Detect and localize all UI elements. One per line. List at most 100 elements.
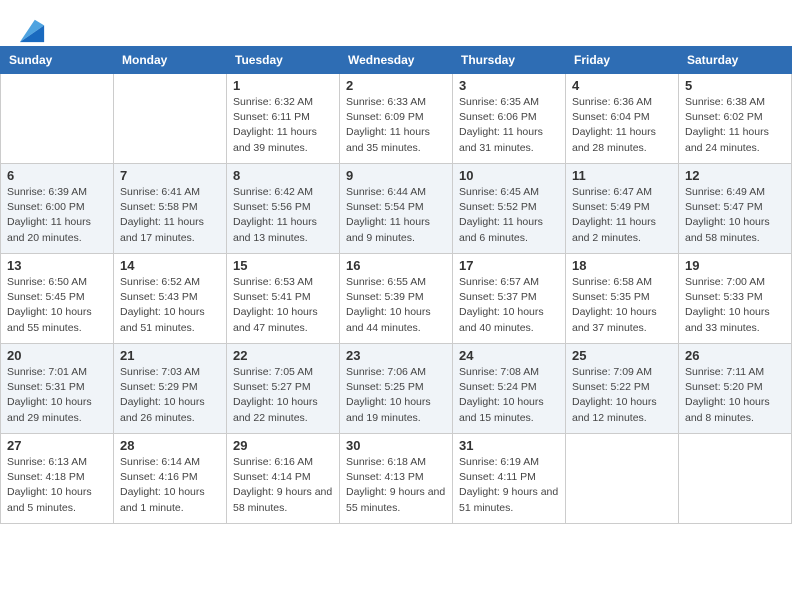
calendar-cell: 31 Sunrise: 6:19 AM Sunset: 4:11 PM Dayli… — [453, 434, 566, 524]
day-number: 27 — [7, 438, 107, 453]
day-info: Sunrise: 6:16 AM Sunset: 4:14 PM Dayligh… — [233, 455, 333, 516]
logo-icon — [18, 16, 46, 44]
calendar-header-thursday: Thursday — [453, 47, 566, 74]
day-info: Sunrise: 6:32 AM Sunset: 6:11 PM Dayligh… — [233, 95, 333, 156]
calendar-header-tuesday: Tuesday — [227, 47, 340, 74]
calendar-header-wednesday: Wednesday — [340, 47, 453, 74]
day-number: 10 — [459, 168, 559, 183]
calendar-cell: 9 Sunrise: 6:44 AM Sunset: 5:54 PM Daylig… — [340, 164, 453, 254]
day-number: 28 — [120, 438, 220, 453]
day-number: 21 — [120, 348, 220, 363]
calendar-cell: 28Sunrise: 6:14 AM Sunset: 4:16 PM Dayli… — [114, 434, 227, 524]
day-info: Sunrise: 6:36 AM Sunset: 6:04 PM Dayligh… — [572, 95, 672, 156]
day-number: 6 — [7, 168, 107, 183]
day-info: Sunrise: 7:01 AM Sunset: 5:31 PM Dayligh… — [7, 365, 107, 426]
calendar-header-sunday: Sunday — [1, 47, 114, 74]
day-number: 5 — [685, 78, 785, 93]
calendar-cell: 20 Sunrise: 7:01 AM Sunset: 5:31 PM Dayli… — [1, 344, 114, 434]
calendar-cell: 1 Sunrise: 6:32 AM Sunset: 6:11 PM Daylig… — [227, 74, 340, 164]
header — [0, 0, 792, 46]
day-number: 11 — [572, 168, 672, 183]
day-info: Sunrise: 7:03 AM Sunset: 5:29 PM Dayligh… — [120, 365, 220, 426]
day-info: Sunrise: 6:19 AM Sunset: 4:11 PM Dayligh… — [459, 455, 559, 516]
calendar-header-monday: Monday — [114, 47, 227, 74]
day-number: 18 — [572, 258, 672, 273]
calendar-cell: 16 Sunrise: 6:55 AM Sunset: 5:39 PM Dayli… — [340, 254, 453, 344]
logo — [16, 16, 46, 38]
day-number: 26 — [685, 348, 785, 363]
day-number: 4 — [572, 78, 672, 93]
calendar-cell: 13Sunrise: 6:50 AM Sunset: 5:45 PM Dayli… — [1, 254, 114, 344]
calendar-header-saturday: Saturday — [679, 47, 792, 74]
day-info: Sunrise: 6:44 AM Sunset: 5:54 PM Dayligh… — [346, 185, 446, 246]
calendar-cell: 19 Sunrise: 7:00 AM Sunset: 5:33 PM Dayli… — [679, 254, 792, 344]
day-number: 20 — [7, 348, 107, 363]
calendar-cell: 7Sunrise: 6:41 AM Sunset: 5:58 PM Daylig… — [114, 164, 227, 254]
calendar-cell: 4 Sunrise: 6:36 AM Sunset: 6:04 PM Daylig… — [566, 74, 679, 164]
calendar-cell: 24 Sunrise: 7:08 AM Sunset: 5:24 PM Dayli… — [453, 344, 566, 434]
day-number: 23 — [346, 348, 446, 363]
day-info: Sunrise: 7:11 AM Sunset: 5:20 PM Dayligh… — [685, 365, 785, 426]
day-info: Sunrise: 6:13 AM Sunset: 4:18 PM Dayligh… — [7, 455, 107, 516]
day-info: Sunrise: 6:38 AM Sunset: 6:02 PM Dayligh… — [685, 95, 785, 156]
day-number: 3 — [459, 78, 559, 93]
calendar-cell: 25Sunrise: 7:09 AM Sunset: 5:22 PM Dayli… — [566, 344, 679, 434]
calendar-cell: 2 Sunrise: 6:33 AM Sunset: 6:09 PM Daylig… — [340, 74, 453, 164]
day-info: Sunrise: 6:49 AM Sunset: 5:47 PM Dayligh… — [685, 185, 785, 246]
day-number: 31 — [459, 438, 559, 453]
day-number: 8 — [233, 168, 333, 183]
day-info: Sunrise: 6:45 AM Sunset: 5:52 PM Dayligh… — [459, 185, 559, 246]
page: SundayMondayTuesdayWednesdayThursdayFrid… — [0, 0, 792, 612]
day-number: 29 — [233, 438, 333, 453]
calendar-cell: 26 Sunrise: 7:11 AM Sunset: 5:20 PM Dayli… — [679, 344, 792, 434]
calendar-cell: 15Sunrise: 6:53 AM Sunset: 5:41 PM Dayli… — [227, 254, 340, 344]
day-number: 17 — [459, 258, 559, 273]
calendar-cell: 18Sunrise: 6:58 AM Sunset: 5:35 PM Dayli… — [566, 254, 679, 344]
calendar-cell: 8 Sunrise: 6:42 AM Sunset: 5:56 PM Daylig… — [227, 164, 340, 254]
calendar-cell: 5 Sunrise: 6:38 AM Sunset: 6:02 PM Daylig… — [679, 74, 792, 164]
day-number: 1 — [233, 78, 333, 93]
calendar-cell — [1, 74, 114, 164]
day-number: 19 — [685, 258, 785, 273]
day-info: Sunrise: 6:39 AM Sunset: 6:00 PM Dayligh… — [7, 185, 107, 246]
day-number: 2 — [346, 78, 446, 93]
day-info: Sunrise: 7:06 AM Sunset: 5:25 PM Dayligh… — [346, 365, 446, 426]
day-info: Sunrise: 6:42 AM Sunset: 5:56 PM Dayligh… — [233, 185, 333, 246]
calendar-cell: 12Sunrise: 6:49 AM Sunset: 5:47 PM Dayli… — [679, 164, 792, 254]
calendar-cell: 21 Sunrise: 7:03 AM Sunset: 5:29 PM Dayli… — [114, 344, 227, 434]
day-info: Sunrise: 6:18 AM Sunset: 4:13 PM Dayligh… — [346, 455, 446, 516]
day-info: Sunrise: 6:55 AM Sunset: 5:39 PM Dayligh… — [346, 275, 446, 336]
calendar-table: SundayMondayTuesdayWednesdayThursdayFrid… — [0, 46, 792, 524]
calendar-cell — [114, 74, 227, 164]
calendar-cell: 29 Sunrise: 6:16 AM Sunset: 4:14 PM Dayli… — [227, 434, 340, 524]
day-number: 24 — [459, 348, 559, 363]
calendar-cell: 6 Sunrise: 6:39 AM Sunset: 6:00 PM Daylig… — [1, 164, 114, 254]
calendar-week-row: 13Sunrise: 6:50 AM Sunset: 5:45 PM Dayli… — [1, 254, 792, 344]
day-number: 14 — [120, 258, 220, 273]
calendar-cell: 27 Sunrise: 6:13 AM Sunset: 4:18 PM Dayli… — [1, 434, 114, 524]
calendar-week-row: 1 Sunrise: 6:32 AM Sunset: 6:11 PM Daylig… — [1, 74, 792, 164]
calendar-week-row: 20 Sunrise: 7:01 AM Sunset: 5:31 PM Dayli… — [1, 344, 792, 434]
day-number: 9 — [346, 168, 446, 183]
day-info: Sunrise: 7:00 AM Sunset: 5:33 PM Dayligh… — [685, 275, 785, 336]
calendar-header-friday: Friday — [566, 47, 679, 74]
day-number: 7 — [120, 168, 220, 183]
day-number: 30 — [346, 438, 446, 453]
calendar-cell: 17Sunrise: 6:57 AM Sunset: 5:37 PM Dayli… — [453, 254, 566, 344]
calendar-cell: 11Sunrise: 6:47 AM Sunset: 5:49 PM Dayli… — [566, 164, 679, 254]
day-number: 13 — [7, 258, 107, 273]
calendar-cell — [679, 434, 792, 524]
calendar-cell: 3 Sunrise: 6:35 AM Sunset: 6:06 PM Daylig… — [453, 74, 566, 164]
day-info: Sunrise: 7:09 AM Sunset: 5:22 PM Dayligh… — [572, 365, 672, 426]
calendar-header-row: SundayMondayTuesdayWednesdayThursdayFrid… — [1, 47, 792, 74]
calendar-cell: 10 Sunrise: 6:45 AM Sunset: 5:52 PM Dayli… — [453, 164, 566, 254]
day-info: Sunrise: 6:33 AM Sunset: 6:09 PM Dayligh… — [346, 95, 446, 156]
day-info: Sunrise: 6:53 AM Sunset: 5:41 PM Dayligh… — [233, 275, 333, 336]
day-number: 16 — [346, 258, 446, 273]
day-info: Sunrise: 7:08 AM Sunset: 5:24 PM Dayligh… — [459, 365, 559, 426]
day-number: 22 — [233, 348, 333, 363]
calendar-cell — [566, 434, 679, 524]
calendar-week-row: 6 Sunrise: 6:39 AM Sunset: 6:00 PM Daylig… — [1, 164, 792, 254]
day-info: Sunrise: 7:05 AM Sunset: 5:27 PM Dayligh… — [233, 365, 333, 426]
day-info: Sunrise: 6:35 AM Sunset: 6:06 PM Dayligh… — [459, 95, 559, 156]
